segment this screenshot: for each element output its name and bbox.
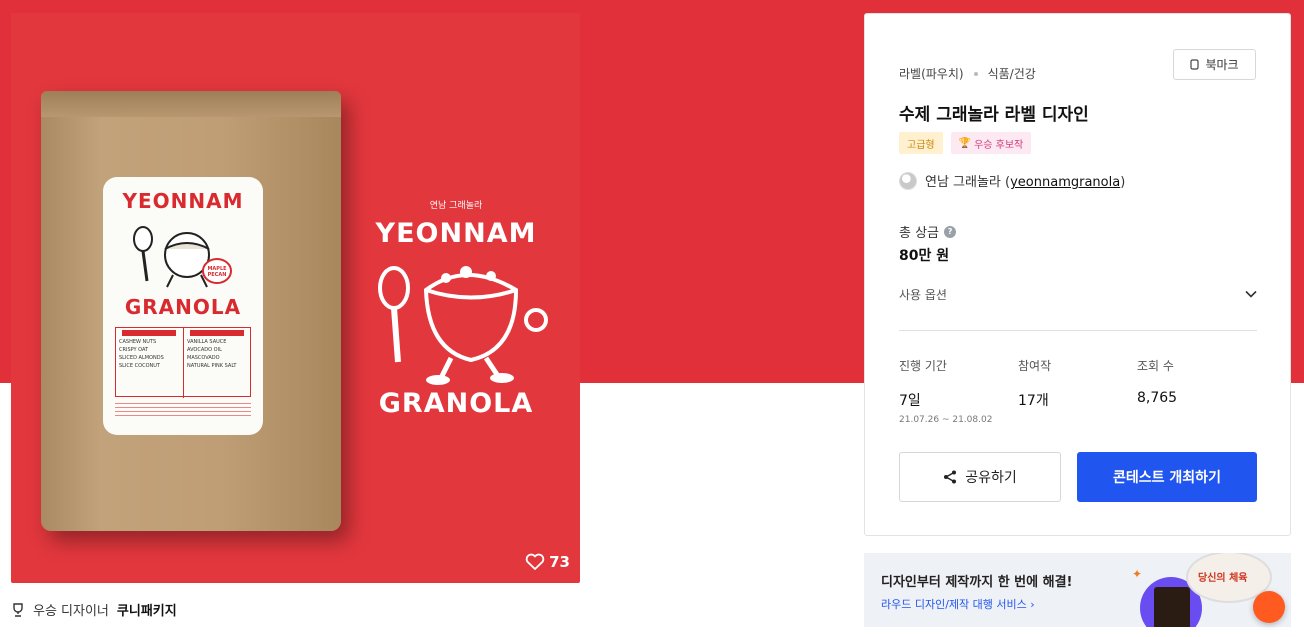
- breadcrumb-subcategory[interactable]: 식품/건강: [988, 65, 1036, 82]
- stat-entries-label: 참여작: [1018, 359, 1052, 373]
- pouch-ingredient-boxes: CASHEW NUTS CRISPY OAT SLICED ALMONDS SL…: [115, 327, 252, 398]
- help-icon[interactable]: ?: [944, 225, 957, 238]
- share-button[interactable]: 공유하기: [899, 452, 1061, 502]
- chevron-down-icon: [1245, 290, 1257, 298]
- share-label: 공유하기: [965, 470, 1017, 486]
- heart-icon: [525, 553, 545, 570]
- section-divider: [899, 330, 1257, 331]
- chat-fab-button[interactable]: [1253, 591, 1285, 623]
- contest-title: 수제 그래놀라 라벨 디자인: [899, 105, 1089, 125]
- stat-views: 조회 수 8,765: [1137, 357, 1177, 406]
- winner-candidate-badge: 🏆 우승 후보작: [950, 132, 1032, 154]
- bookmark-button[interactable]: 북마크: [1173, 49, 1256, 80]
- prize-value: 80만 원: [899, 248, 950, 264]
- prize-label-text: 총 상금: [899, 226, 940, 241]
- promo-product-image: [1154, 587, 1190, 627]
- promo-link-text: 라우드 디자인/제작 대행 서비스: [881, 598, 1027, 611]
- stat-entries: 참여작 17개: [1018, 357, 1051, 410]
- pouch-brand-top: YEONNAM: [122, 189, 244, 213]
- trophy-icon: [13, 602, 23, 617]
- host-name: 연남 그래놀라 (: [925, 175, 1011, 190]
- pouch-mascot-illustration: MAPLE PECAN: [133, 226, 232, 288]
- promo-title: 디자인부터 제작까지 한 번에 해결!: [881, 575, 1073, 590]
- brand-mascot-illustration: [378, 266, 548, 385]
- promo-sign-text: 당신의 체육: [1198, 573, 1248, 584]
- contest-main-image[interactable]: YEONNAM MAPLE PECAN GRANOLA CASHEW NUTS …: [11, 13, 580, 583]
- promo-link[interactable]: 라우드 디자인/제작 대행 서비스 ›: [881, 596, 1035, 612]
- pouch-fine-print: [115, 403, 251, 417]
- host-info: 연남 그래놀라 (yeonnamgranola): [899, 171, 1125, 190]
- trophy-icon: 🏆: [958, 137, 972, 149]
- brand-word-top: YEONNAM: [375, 218, 537, 249]
- stat-views-value: 8,765: [1137, 390, 1178, 406]
- brand-logo-white: 연남 그래놀라 YEONNAM GRANOLA: [356, 198, 556, 419]
- pouch-zip: [41, 91, 341, 117]
- stat-period-label: 진행 기간: [899, 359, 947, 373]
- winner-designer: 우승 디자이너 쿠니패키지: [11, 600, 177, 619]
- brand-korean-name: 연남 그래놀라: [429, 201, 483, 211]
- contest-badges: 고급형 🏆 우승 후보작: [899, 132, 1032, 154]
- like-count: 73: [549, 553, 570, 571]
- pouch-ingredients-left: CASHEW NUTS CRISPY OAT SLICED ALMONDS SL…: [116, 328, 184, 398]
- host-avatar[interactable]: [899, 171, 917, 190]
- breadcrumb-separator: [973, 71, 978, 76]
- host-close-paren: ): [1120, 175, 1126, 190]
- bookmark-icon: [1190, 59, 1200, 70]
- breadcrumb: 라벨(파우치) 식품/건강: [899, 65, 1036, 82]
- pouch-mockup: YEONNAM MAPLE PECAN GRANOLA CASHEW NUTS …: [41, 91, 341, 531]
- pouch-label: YEONNAM MAPLE PECAN GRANOLA CASHEW NUTS …: [103, 177, 263, 435]
- stat-period: 진행 기간 7일 21.07.26 ~ 21.08.02: [899, 357, 992, 425]
- options-dropdown[interactable]: 사용 옵션: [899, 282, 1257, 306]
- like-button[interactable]: 73: [525, 553, 570, 571]
- breadcrumb-category[interactable]: 라벨(파우치): [899, 65, 964, 82]
- stat-period-value: 7일: [899, 393, 921, 409]
- stat-entries-value: 17개: [1018, 393, 1049, 409]
- stat-views-label: 조회 수: [1137, 359, 1174, 373]
- host-id-link[interactable]: yeonnamgranola: [1010, 175, 1120, 190]
- pouch-brand-bottom: GRANOLA: [124, 295, 242, 319]
- options-label: 사용 옵션: [899, 287, 947, 302]
- promo-banner[interactable]: 디자인부터 제작까지 한 번에 해결! 라우드 디자인/제작 대행 서비스 › …: [864, 553, 1291, 627]
- grade-badge: 고급형: [899, 132, 943, 154]
- prize-label: 총 상금 ?: [899, 222, 957, 241]
- share-icon: [944, 470, 957, 484]
- contest-info-panel: 라벨(파우치) 식품/건강 북마크 수제 그래놀라 라벨 디자인 고급형 🏆 우…: [864, 13, 1291, 536]
- bookmark-label: 북마크: [1205, 58, 1239, 72]
- svg-text:PECAN: PECAN: [208, 272, 227, 278]
- chevron-right-icon: ›: [1030, 598, 1035, 611]
- brand-word-bottom: GRANOLA: [378, 388, 534, 419]
- host-contest-button[interactable]: 콘테스트 개최하기: [1077, 452, 1257, 502]
- winner-name[interactable]: 쿠니패키지: [117, 600, 177, 619]
- winner-prefix: 우승 디자이너: [33, 604, 109, 619]
- winner-candidate-label: 우승 후보작: [974, 139, 1024, 151]
- sparkle-icon: ✦: [1132, 567, 1143, 581]
- stat-period-range: 21.07.26 ~ 21.08.02: [899, 415, 993, 425]
- pouch-ingredients-right: VANILLA SAUCE AVOCADO OIL MASCOVADO NATU…: [184, 328, 252, 398]
